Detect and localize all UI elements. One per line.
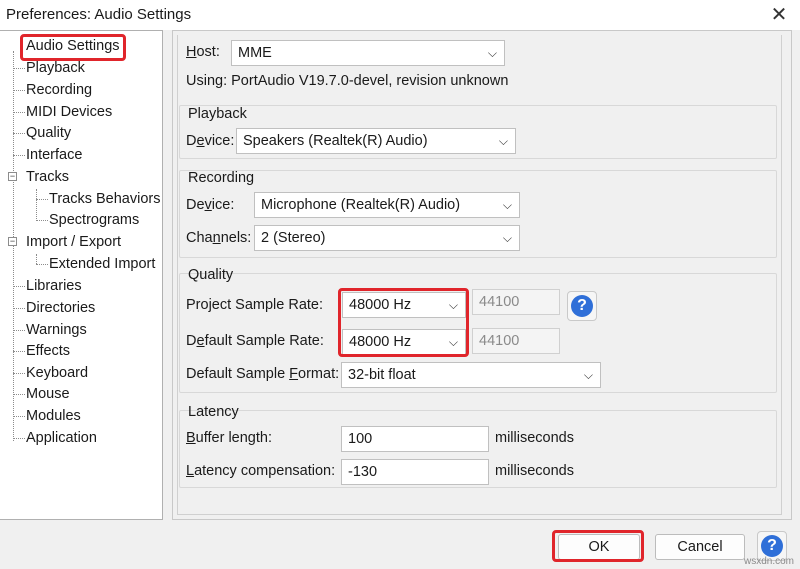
recording-device-label: Device: (186, 197, 235, 213)
tree-item-recording[interactable]: Recording (26, 80, 92, 100)
playback-device-select[interactable]: Speakers (Realtek(R) Audio) ⌵ (236, 128, 516, 154)
chevron-down-icon: ⌵ (448, 335, 458, 349)
playback-device-label: Device: (186, 133, 235, 149)
chevron-down-icon: ⌵ (502, 231, 512, 245)
tree-item-quality[interactable]: Quality (26, 123, 71, 143)
ok-button[interactable]: OK (558, 534, 640, 560)
collapse-tracks-icon[interactable]: − (8, 172, 17, 181)
playback-group-title: Playback (188, 106, 247, 122)
chevron-down-icon: ⌵ (487, 46, 497, 60)
chevron-down-icon: ⌵ (498, 134, 508, 148)
compensation-unit: milliseconds (495, 463, 574, 479)
host-value: MME (238, 45, 272, 61)
latency-compensation-label: Latency compensation: (186, 463, 336, 479)
recording-device-select[interactable]: Microphone (Realtek(R) Audio) ⌵ (254, 192, 520, 218)
tree-item-spectrograms[interactable]: Spectrograms (49, 210, 139, 230)
tree-item-extended-import[interactable]: Extended Import (49, 254, 155, 274)
default-sample-rate-select[interactable]: 48000 Hz ⌵ (342, 329, 466, 355)
tree-item-midi-devices[interactable]: MIDI Devices (26, 102, 112, 122)
chevron-down-icon: ⌵ (448, 298, 458, 312)
portaudio-info: Using: PortAudio V19.7.0-devel, revision… (186, 73, 509, 89)
default-sample-rate-other: 44100 (472, 328, 560, 354)
project-sample-rate-label: Project Sample Rate: (186, 297, 324, 313)
tree-item-interface[interactable]: Interface (26, 145, 82, 165)
quality-help-button[interactable]: ? (567, 291, 597, 321)
host-select[interactable]: MME ⌵ (231, 40, 505, 66)
tree-item-application[interactable]: Application (26, 428, 97, 448)
buffer-length-label: Buffer length: (186, 430, 272, 446)
chevron-down-icon: ⌵ (502, 198, 512, 212)
playback-device-value: Speakers (Realtek(R) Audio) (243, 133, 428, 149)
recording-device-value: Microphone (Realtek(R) Audio) (261, 197, 461, 213)
sample-format-select[interactable]: 32-bit float ⌵ (341, 362, 601, 388)
tree-item-warnings[interactable]: Warnings (26, 320, 87, 340)
window-title: Preferences: Audio Settings (6, 6, 192, 23)
tree-item-libraries[interactable]: Libraries (26, 276, 82, 296)
project-sample-rate-other: 44100 (472, 289, 560, 315)
channels-label: Channels: (186, 230, 252, 246)
tree-item-effects[interactable]: Effects (26, 341, 70, 361)
tree-item-directories[interactable]: Directories (26, 298, 95, 318)
recording-group-title: Recording (188, 170, 255, 186)
quality-group-title: Quality (188, 267, 234, 283)
buffer-unit: milliseconds (495, 430, 574, 446)
channels-value: 2 (Stereo) (261, 230, 326, 246)
title-bar: Preferences: Audio Settings ✕ (0, 0, 800, 30)
collapse-import-export-icon[interactable]: − (8, 237, 17, 246)
channels-select[interactable]: 2 (Stereo) ⌵ (254, 225, 520, 251)
tree-item-audio-settings[interactable]: Audio Settings (26, 36, 120, 56)
preferences-tree: Audio Settings Playback Recording MIDI D… (0, 30, 163, 520)
sample-format-label: Default Sample Format: (186, 366, 340, 382)
buffer-length-input[interactable]: 100 (341, 426, 489, 452)
default-sample-rate-value: 48000 Hz (349, 334, 412, 350)
cancel-button[interactable]: Cancel (655, 534, 745, 560)
help-icon: ? (571, 295, 593, 317)
latency-group-title: Latency (188, 404, 239, 420)
watermark: wsxdn.com (743, 556, 794, 567)
default-sample-rate-label: Default Sample Rate: (186, 333, 324, 349)
project-sample-rate-value: 48000 Hz (349, 297, 412, 313)
help-icon: ? (761, 535, 783, 557)
tree-item-tracks[interactable]: Tracks (26, 167, 69, 187)
project-sample-rate-select[interactable]: 48000 Hz ⌵ (342, 292, 466, 318)
tree-item-keyboard[interactable]: Keyboard (26, 363, 88, 383)
host-label: Host: (186, 44, 220, 60)
tree-item-playback[interactable]: Playback (26, 58, 85, 78)
close-icon[interactable]: ✕ (768, 4, 790, 26)
tree-item-modules[interactable]: Modules (26, 406, 81, 426)
tree-item-import-export[interactable]: Import / Export (26, 232, 121, 252)
chevron-down-icon: ⌵ (583, 368, 593, 382)
tree-item-mouse[interactable]: Mouse (26, 384, 70, 404)
latency-compensation-input[interactable]: -130 (341, 459, 489, 485)
settings-panel: Host: MME ⌵ Using: PortAudio V19.7.0-dev… (172, 30, 792, 520)
tree-item-tracks-behaviors[interactable]: Tracks Behaviors (49, 189, 160, 209)
sample-format-value: 32-bit float (348, 367, 416, 383)
